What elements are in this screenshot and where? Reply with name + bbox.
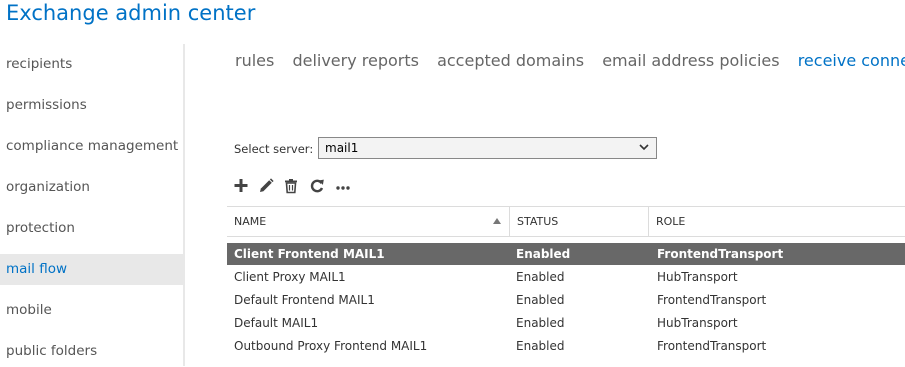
cell-role: FrontendTransport [657, 247, 784, 261]
cell-role: HubTransport [657, 316, 738, 330]
column-header-role-label: ROLE [656, 215, 686, 228]
table-row[interactable]: Default MAIL1 Enabled HubTransport [227, 312, 905, 334]
server-select-label: Select server: [234, 142, 314, 156]
sidebar-item-public-folders[interactable]: public folders [0, 336, 183, 367]
sidebar-item-compliance-management[interactable]: compliance management [0, 131, 183, 162]
cell-status: Enabled [516, 316, 565, 330]
tab-bar: rules delivery reports accepted domains … [235, 51, 905, 77]
column-header-name[interactable]: NAME [227, 207, 509, 237]
column-header-name-label: NAME [234, 215, 267, 228]
sidebar-item-protection[interactable]: protection [0, 213, 183, 244]
cell-status: Enabled [516, 293, 565, 307]
cell-status: Enabled [516, 339, 565, 353]
app-title: Exchange admin center [6, 1, 256, 25]
cell-name: Default Frontend MAIL1 [234, 293, 375, 307]
server-select-value: mail1 [325, 141, 359, 155]
table-header: NAME STATUS ROLE [227, 206, 905, 237]
sort-ascending-icon [493, 218, 501, 224]
cell-status: Enabled [516, 270, 565, 284]
cell-role: HubTransport [657, 270, 738, 284]
column-header-status-label: STATUS [517, 215, 559, 228]
table-row[interactable]: Default Frontend MAIL1 Enabled FrontendT… [227, 289, 905, 311]
tab-rules[interactable]: rules [235, 51, 274, 70]
sidebar-nav: recipients permissions compliance manage… [0, 44, 185, 366]
cell-status: Enabled [516, 247, 571, 261]
column-header-status[interactable]: STATUS [509, 207, 648, 237]
tab-receive-connectors[interactable]: receive connectors [798, 51, 905, 70]
sidebar-item-organization[interactable]: organization [0, 172, 183, 203]
tab-delivery-reports[interactable]: delivery reports [292, 51, 419, 70]
tab-accepted-domains[interactable]: accepted domains [437, 51, 584, 70]
column-header-role[interactable]: ROLE [648, 207, 905, 237]
server-select[interactable]: mail1 [318, 137, 657, 159]
tab-email-address-policies[interactable]: email address policies [602, 51, 779, 70]
cell-name: Client Frontend MAIL1 [234, 247, 385, 261]
delete-icon[interactable] [282, 176, 300, 196]
add-icon[interactable] [232, 176, 250, 196]
edit-icon[interactable] [257, 176, 275, 196]
sidebar-item-permissions[interactable]: permissions [0, 90, 183, 121]
chevron-down-icon [639, 144, 649, 151]
cell-role: FrontendTransport [657, 293, 767, 307]
more-icon[interactable] [334, 176, 352, 196]
cell-name: Default MAIL1 [234, 316, 319, 330]
cell-name: Outbound Proxy Frontend MAIL1 [234, 339, 428, 353]
sidebar-item-mobile[interactable]: mobile [0, 295, 183, 326]
table-row[interactable]: Client Frontend MAIL1 Enabled FrontendTr… [227, 243, 905, 265]
refresh-icon[interactable] [308, 176, 326, 196]
cell-name: Client Proxy MAIL1 [234, 270, 346, 284]
cell-role: FrontendTransport [657, 339, 767, 353]
table-row[interactable]: Outbound Proxy Frontend MAIL1 Enabled Fr… [227, 335, 905, 357]
sidebar-item-mail-flow[interactable]: mail flow [0, 254, 183, 285]
sidebar-item-recipients[interactable]: recipients [0, 49, 183, 80]
table-row[interactable]: Client Proxy MAIL1 Enabled HubTransport [227, 266, 905, 288]
